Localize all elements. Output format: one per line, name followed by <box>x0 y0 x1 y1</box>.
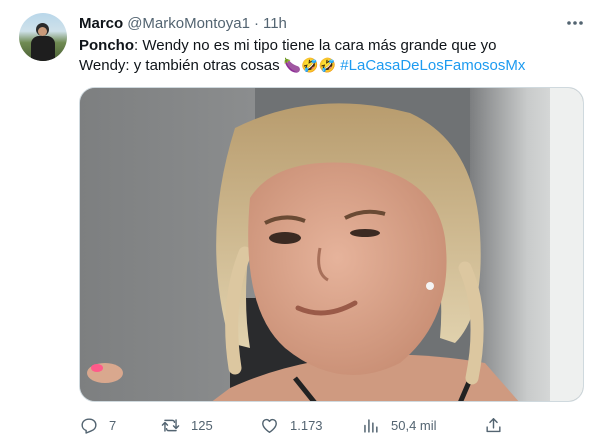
more-dots-icon[interactable] <box>562 12 588 34</box>
author-handle[interactable]: @MarkoMontoya1 <box>127 15 250 32</box>
reply-icon <box>79 416 98 435</box>
share-button[interactable] <box>484 412 503 438</box>
views-count: 50,4 mil <box>391 417 437 433</box>
tweet-line-1: Poncho: Wendy no es mi tipo tiene la car… <box>79 36 579 56</box>
tweet-text: Poncho: Wendy no es mi tipo tiene la car… <box>79 36 579 76</box>
retweet-icon <box>161 416 180 435</box>
tweet-header: Marco @MarkoMontoya1 · 11h <box>79 13 287 33</box>
line-2-text: Wendy: y también otras cosas <box>79 57 284 74</box>
photo-illustration <box>80 88 583 401</box>
retweet-button[interactable]: 125 <box>161 412 213 438</box>
reply-count: 7 <box>109 417 117 433</box>
views-chart-icon <box>361 416 380 435</box>
like-count: 1.173 <box>290 417 323 433</box>
retweet-count: 125 <box>191 417 213 433</box>
reply-button[interactable]: 7 <box>79 412 116 438</box>
heart-icon <box>260 416 279 435</box>
timestamp[interactable]: 11h <box>263 15 287 32</box>
emoji-group: 🍆🤣🤣 <box>283 58 337 74</box>
avatar[interactable] <box>19 13 67 61</box>
share-icon <box>484 416 503 435</box>
tweet-photo[interactable] <box>79 87 584 402</box>
speaker-name: Poncho <box>79 37 134 54</box>
like-button[interactable]: 1.173 <box>260 412 323 438</box>
views-button[interactable]: 50,4 mil <box>361 412 437 438</box>
tweet-line-2: Wendy: y también otras cosas 🍆🤣🤣 #LaCasa… <box>79 56 579 76</box>
more-dots-glyph <box>567 21 583 25</box>
author-name[interactable]: Marco <box>79 15 123 32</box>
header-separator: · <box>253 14 259 32</box>
tweet[interactable]: Marco @MarkoMontoya1 · 11h Poncho: Wendy… <box>0 0 595 445</box>
tweet-actions: 7 125 1.173 50,4 mil <box>79 412 589 438</box>
line-1-text: : Wendy no es mi tipo tiene la cara más … <box>134 37 497 54</box>
hashtag-link[interactable]: #LaCasaDeLosFamososMx <box>340 57 525 74</box>
